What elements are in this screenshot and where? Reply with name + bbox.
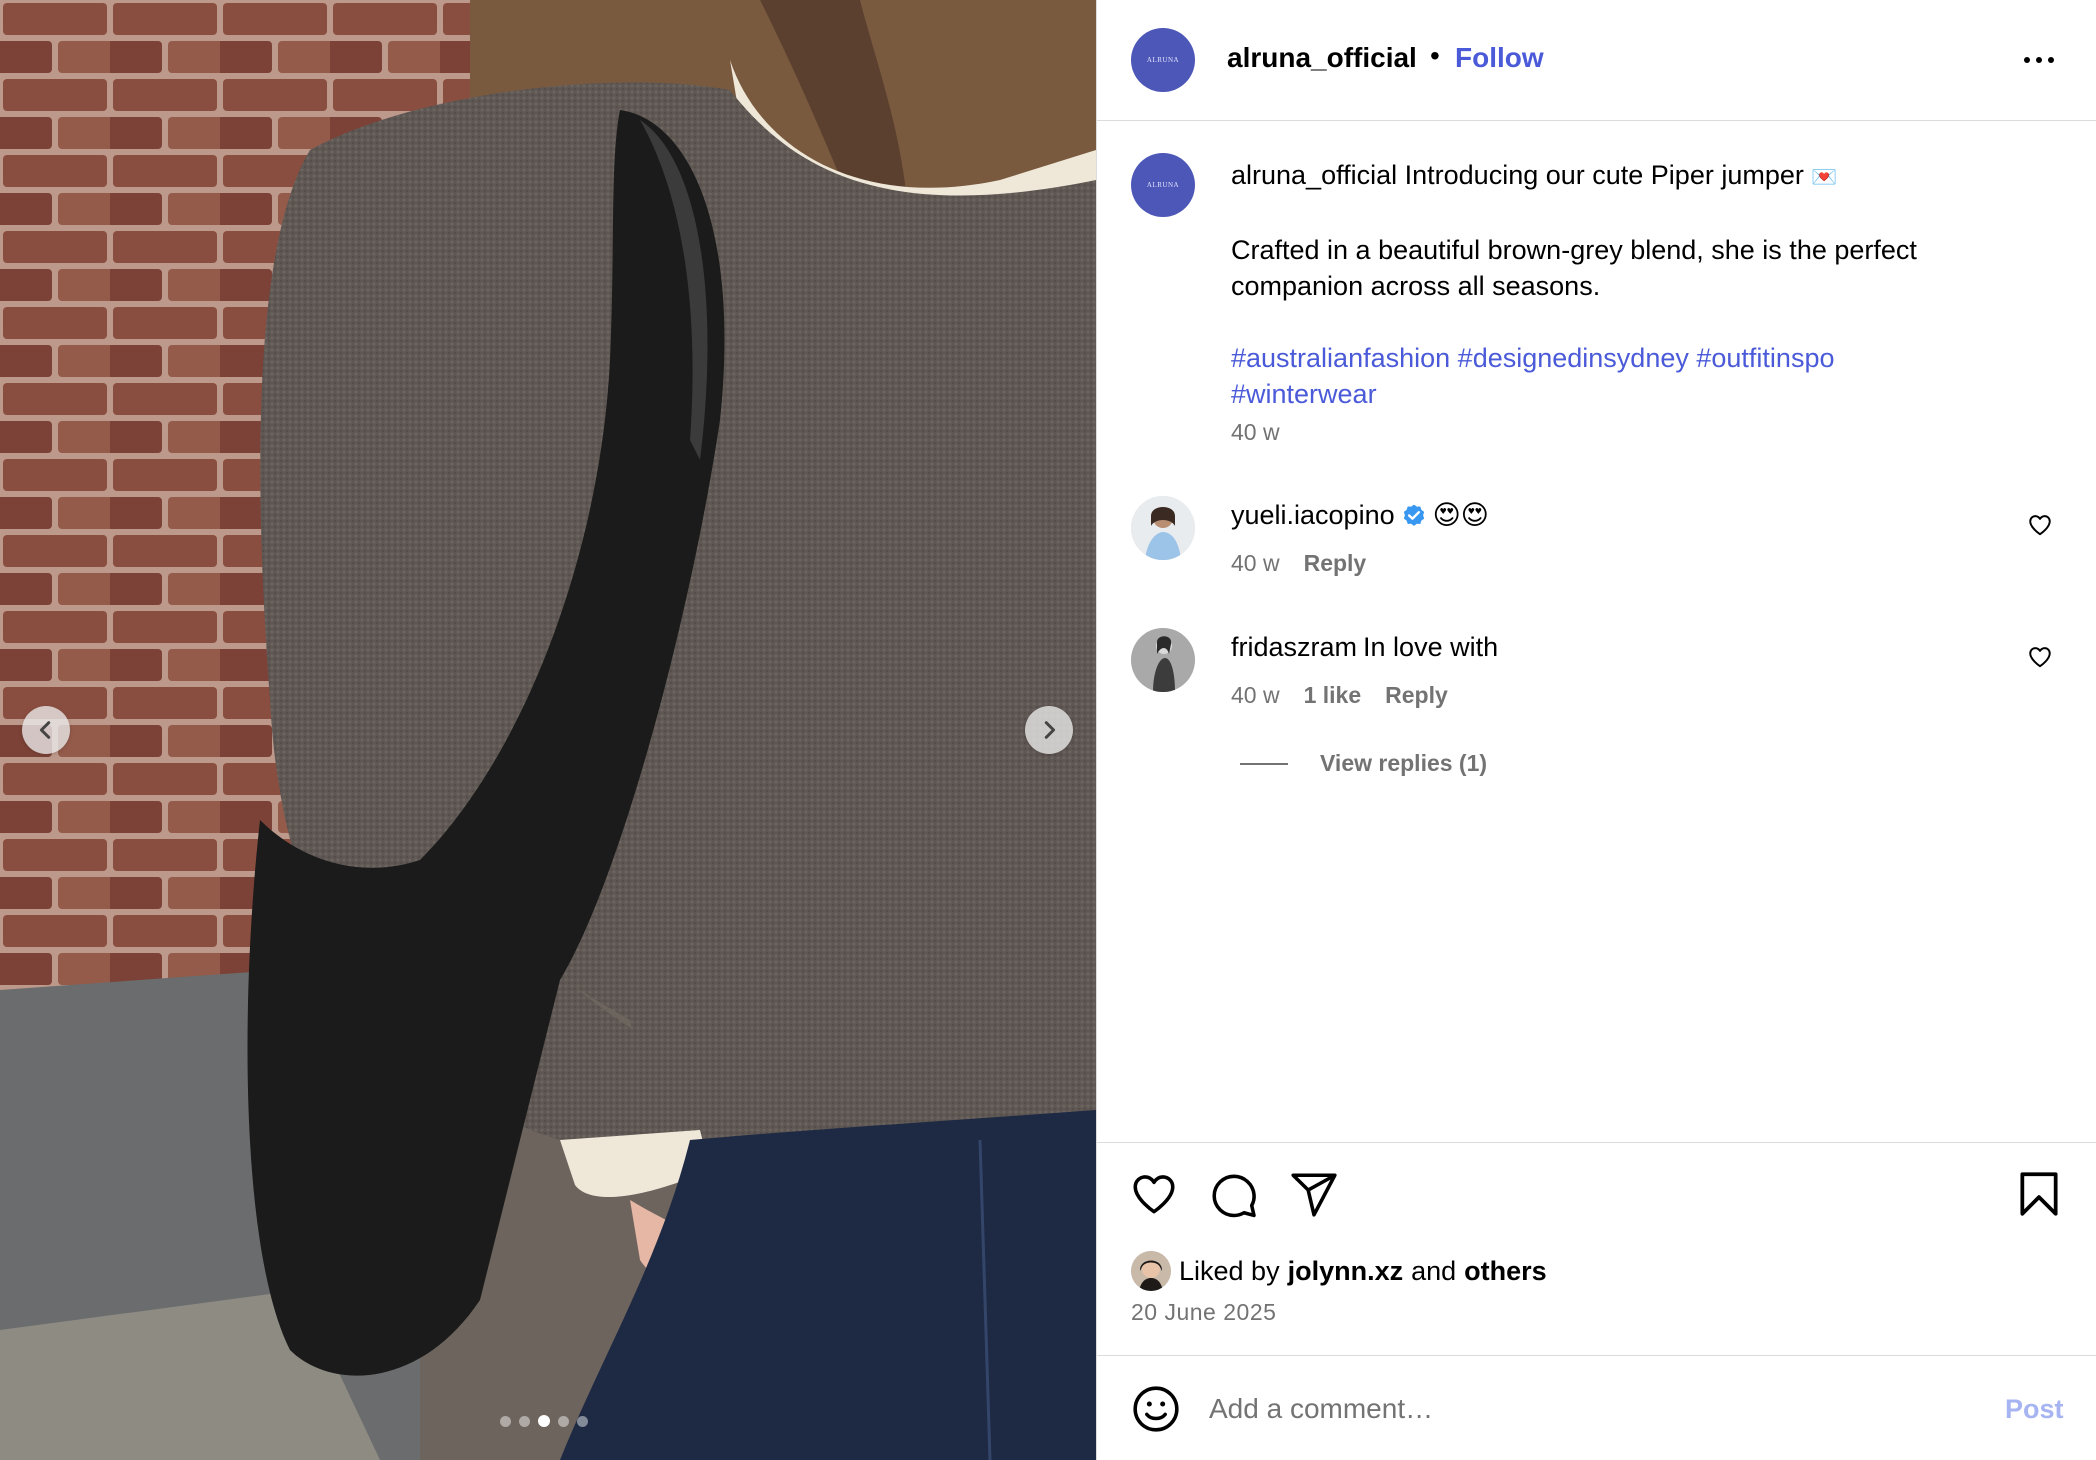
caption-line-1: Introducing our cute Piper jumper bbox=[1404, 160, 1804, 190]
liked-by-summary: Liked by jolynn.xz and others bbox=[1131, 1251, 1547, 1291]
post-header: ALRUNA alruna_official • Follow bbox=[1097, 0, 2096, 121]
comment-body: In love with bbox=[1363, 632, 1499, 662]
hashtag-link[interactable]: #outfitinspo bbox=[1696, 343, 1834, 373]
liked-by-others[interactable]: others bbox=[1464, 1256, 1547, 1287]
like-button[interactable] bbox=[1129, 1169, 1179, 1219]
post-date[interactable]: 20 June 2025 bbox=[1131, 1299, 1276, 1326]
caption-hashtags: #australianfashion #designedinsydney #ou… bbox=[1231, 340, 1991, 376]
carousel-dot bbox=[519, 1415, 530, 1427]
comment-reply-button[interactable]: Reply bbox=[1385, 682, 1448, 709]
hashtag-link[interactable]: #australianfashion bbox=[1231, 343, 1450, 373]
view-replies-button[interactable]: View replies (1) bbox=[1240, 750, 1487, 777]
caption-line-3: companion across all seasons. bbox=[1231, 271, 1601, 301]
more-horizontal-icon bbox=[2024, 57, 2030, 63]
brand-avatar[interactable]: ALRUNA bbox=[1131, 28, 1195, 92]
comment-input[interactable] bbox=[1209, 1384, 1969, 1434]
brand-avatar-text: ALRUNA bbox=[1146, 56, 1180, 64]
replies-divider-line bbox=[1240, 762, 1288, 765]
comment-meta: 40 w 1 like Reply bbox=[1231, 682, 1448, 709]
save-button[interactable] bbox=[2014, 1169, 2064, 1219]
post-side-panel: ALRUNA alruna_official • Follow ALRUNA a… bbox=[1096, 0, 2096, 1460]
comment-likes-count[interactable]: 1 like bbox=[1304, 682, 1362, 709]
commenter-avatar[interactable] bbox=[1131, 496, 1195, 560]
carousel-dot bbox=[558, 1415, 569, 1427]
post-author-username[interactable]: alruna_official bbox=[1227, 42, 1417, 74]
comment-username[interactable]: yueli.iacopino bbox=[1231, 500, 1395, 531]
carousel-prev-button[interactable] bbox=[22, 706, 70, 754]
caption-timestamp[interactable]: 40 w bbox=[1231, 419, 1280, 446]
comment-item: yueli.iacopino 😍😍 40 w Reply bbox=[1097, 496, 2096, 596]
follow-button[interactable]: Follow bbox=[1455, 42, 1544, 74]
caption-avatar-text: ALRUNA bbox=[1146, 181, 1180, 189]
liked-by-and: and bbox=[1411, 1255, 1457, 1286]
verified-badge-icon bbox=[1403, 504, 1424, 526]
comment-timestamp[interactable]: 40 w bbox=[1231, 682, 1280, 709]
carousel-indicator bbox=[500, 1415, 588, 1427]
comment-username[interactable]: fridaszram bbox=[1231, 632, 1357, 663]
carousel-dot bbox=[577, 1415, 588, 1427]
liked-by-prefix: Liked by bbox=[1179, 1255, 1280, 1286]
comment-text: fridaszram In love with bbox=[1231, 632, 1498, 663]
comment-body: 😍😍 bbox=[1432, 500, 1489, 530]
header-separator: • bbox=[1430, 40, 1440, 71]
more-options-button[interactable] bbox=[2019, 48, 2059, 72]
liked-by-user[interactable]: jolynn.xz bbox=[1288, 1256, 1404, 1287]
comment-timestamp[interactable]: 40 w bbox=[1231, 550, 1280, 577]
post-actions-bar: Liked by jolynn.xz and others 20 June 20… bbox=[1097, 1142, 2096, 1355]
hashtag-link[interactable]: #designedinsydney bbox=[1458, 343, 1689, 373]
commenter-avatar[interactable] bbox=[1131, 628, 1195, 692]
comment-item: fridaszram In love with 40 w 1 like Repl… bbox=[1097, 628, 2096, 728]
chevron-left-icon bbox=[39, 721, 51, 739]
carousel-dot bbox=[538, 1415, 550, 1427]
liker-avatar[interactable] bbox=[1131, 1251, 1171, 1291]
envelope-heart-emoji: 💌 bbox=[1811, 166, 1838, 189]
comment-text: yueli.iacopino 😍😍 bbox=[1231, 500, 1489, 531]
post-photo[interactable] bbox=[0, 0, 1096, 1460]
view-replies-label: View replies (1) bbox=[1320, 750, 1488, 776]
carousel-dot bbox=[500, 1415, 511, 1427]
caption-avatar[interactable]: ALRUNA bbox=[1131, 153, 1195, 217]
comment-meta: 40 w Reply bbox=[1231, 550, 1366, 577]
caption-text: alruna_official Introducing our cute Pip… bbox=[1231, 157, 1991, 412]
post-comment-button[interactable]: Post bbox=[2005, 1394, 2064, 1425]
comment-like-button[interactable] bbox=[2027, 644, 2053, 670]
chevron-right-icon bbox=[1044, 721, 1056, 739]
caption-line-2: Crafted in a beautiful brown-grey blend,… bbox=[1231, 235, 1917, 265]
photo-scene bbox=[0, 0, 1096, 1460]
hashtag-link[interactable]: #winterwear bbox=[1231, 379, 1377, 409]
caption-username[interactable]: alruna_official bbox=[1231, 160, 1397, 190]
share-button[interactable] bbox=[1289, 1169, 1339, 1219]
comment-like-button[interactable] bbox=[2027, 512, 2053, 538]
comment-button[interactable] bbox=[1209, 1169, 1259, 1219]
carousel-next-button[interactable] bbox=[1025, 706, 1073, 754]
comment-composer: Post bbox=[1097, 1355, 2096, 1460]
emoji-picker-button[interactable] bbox=[1131, 1384, 1181, 1434]
comment-reply-button[interactable]: Reply bbox=[1304, 550, 1367, 577]
